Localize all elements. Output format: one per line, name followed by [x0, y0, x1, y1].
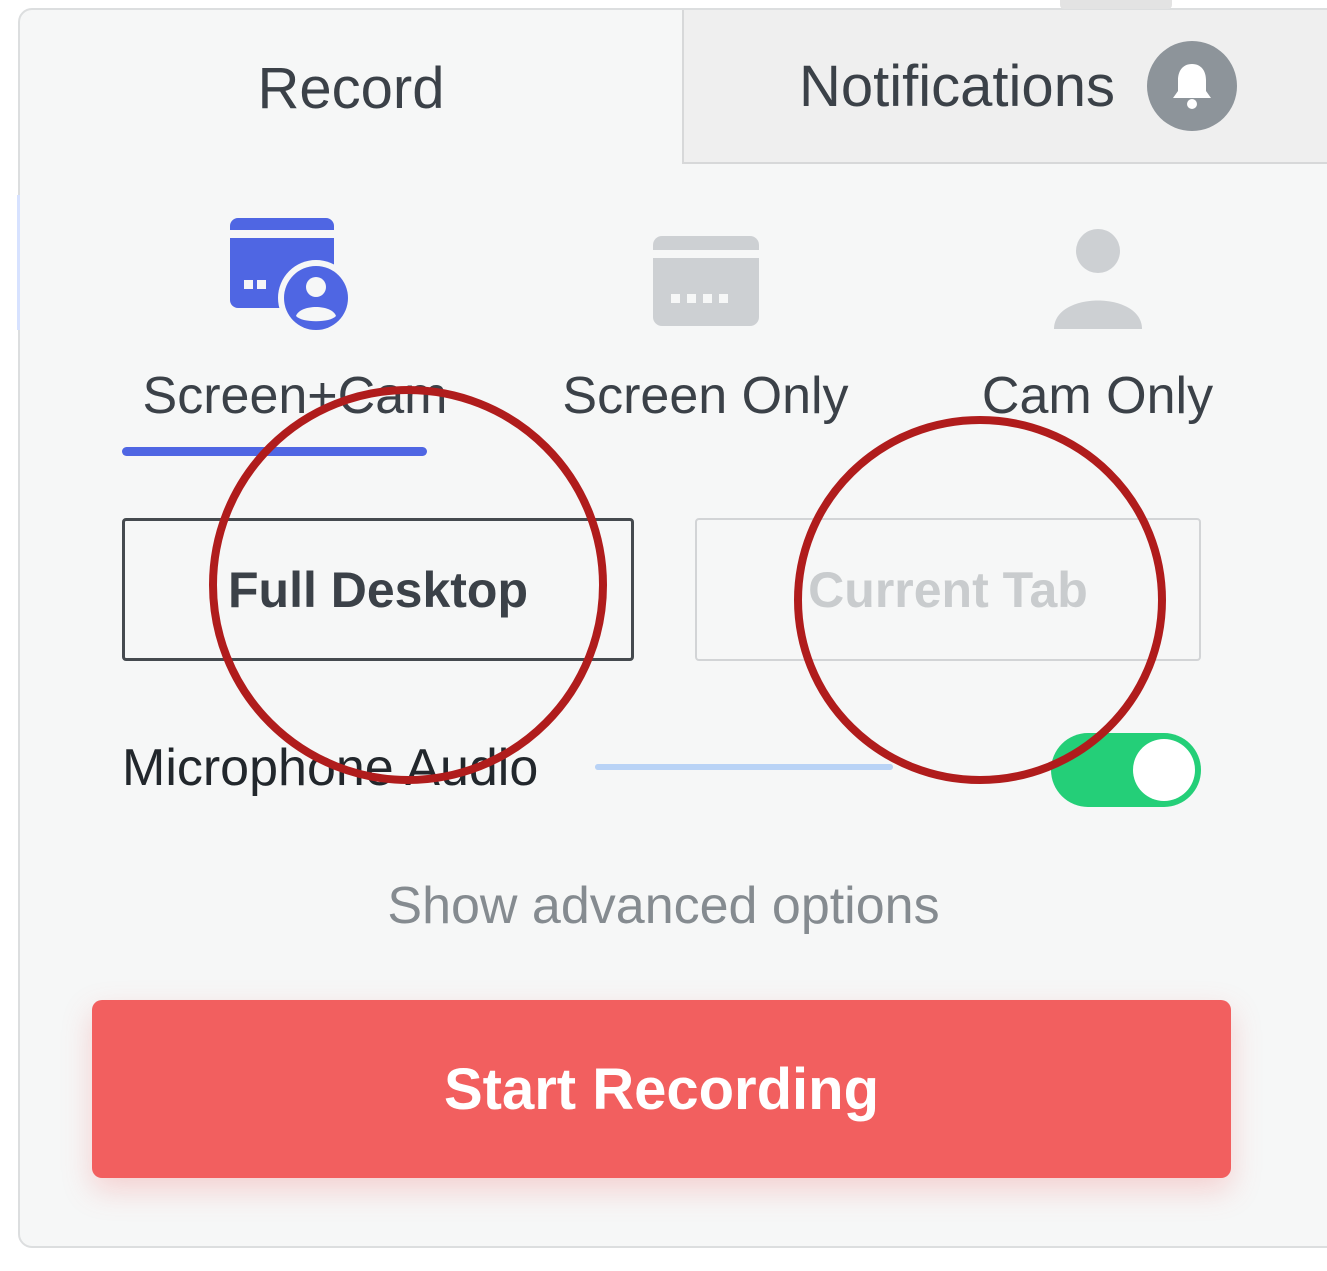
start-recording-button[interactable]: Start Recording — [92, 1000, 1231, 1178]
mode-label-screen-cam: Screen+Cam — [142, 367, 448, 425]
microphone-level-fill — [595, 764, 893, 770]
mode-label-screen-only: Screen Only — [562, 367, 849, 425]
tab-notifications-label: Notifications — [799, 53, 1115, 119]
tab-record[interactable]: Record — [20, 10, 682, 166]
start-recording-label: Start Recording — [443, 1056, 880, 1122]
microphone-audio-label: Microphone Audio — [122, 739, 539, 797]
screen-icon — [651, 205, 761, 350]
full-desktop-label: Full Desktop — [227, 561, 529, 618]
selected-mode-underline — [122, 447, 427, 456]
current-tab-button[interactable]: Current Tab — [695, 518, 1201, 661]
microphone-toggle[interactable] — [1051, 733, 1201, 807]
bell-icon — [1146, 41, 1237, 131]
person-icon — [1048, 205, 1148, 350]
current-tab-label: Current Tab — [808, 561, 1088, 618]
toggle-knob — [1133, 739, 1195, 801]
show-advanced-options-link[interactable]: Show advanced options — [0, 876, 1327, 936]
mode-label-cam-only: Cam Only — [981, 367, 1214, 425]
tab-record-label: Record — [257, 55, 445, 121]
full-desktop-button[interactable]: Full Desktop — [122, 518, 634, 661]
scroll-indicator — [1060, 0, 1172, 9]
mode-screen-cam[interactable]: Screen+Cam — [140, 205, 450, 426]
microphone-level-meter — [595, 764, 893, 770]
mode-cam-only[interactable]: Cam Only — [975, 205, 1220, 426]
left-edge-accent — [17, 195, 20, 330]
mode-screen-only[interactable]: Screen Only — [548, 205, 863, 426]
tab-notifications[interactable]: Notifications — [682, 10, 1327, 164]
screen-cam-icon — [230, 205, 360, 350]
